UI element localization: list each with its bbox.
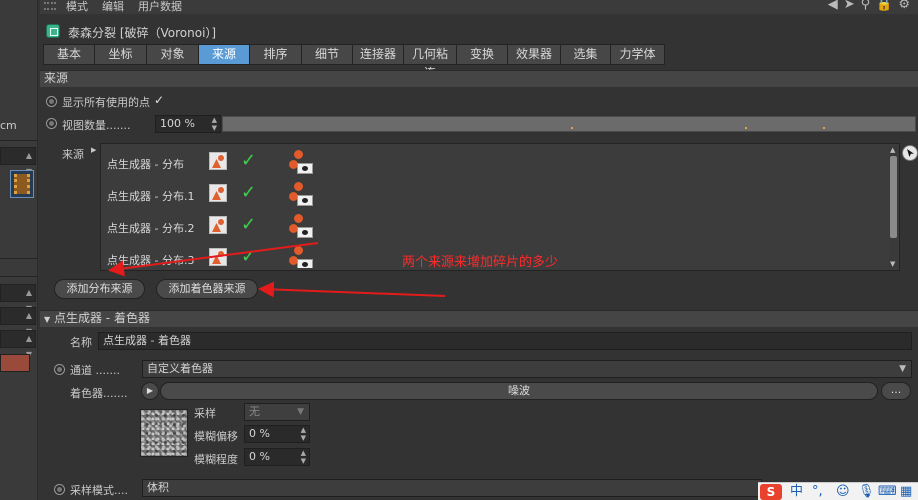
section-header-shader: ▼ 点生成器 - 着色器 [40, 310, 918, 327]
name-field[interactable]: 点生成器 - 着色器 [98, 332, 912, 350]
shader-menu-arrow-icon[interactable]: ▶ [141, 382, 159, 400]
shader-section-title: 点生成器 - 着色器 [53, 311, 150, 325]
microphone-icon[interactable]: 🎙 [858, 483, 875, 500]
blur-scale-value: 0 % [249, 450, 270, 463]
sample-mode-value: 体积 [147, 481, 169, 494]
blur-offset-value: 0 % [249, 427, 270, 440]
sampling-value: 无 [249, 405, 260, 418]
annotation-arrow-2 [258, 281, 446, 298]
noise-preview-thumbnail[interactable] [140, 409, 188, 457]
ime-lang-toggle[interactable]: 中 [790, 483, 803, 500]
annotation-arrows [108, 242, 446, 298]
ime-toolbar: S 中 °, ☺ 🎙 ⌨ ▦ [758, 482, 918, 500]
shader-options-button[interactable]: ... [881, 382, 911, 400]
name-label: 名称 [70, 336, 92, 349]
channel-value: 自定义着色器 [147, 362, 213, 375]
sample-mode-radio[interactable] [54, 484, 65, 495]
annotation-text: 两个来源来增加碎片的多少 [402, 255, 559, 270]
blur-scale-label: 模糊程度 [194, 453, 238, 466]
channel-dropdown[interactable]: 自定义着色器 ▼ [142, 360, 912, 378]
blur-scale-field[interactable]: 0 % ▲ ▼ [244, 448, 310, 466]
sample-mode-dropdown[interactable]: 体积 [142, 479, 762, 497]
channel-label: 通道 ....... [70, 364, 120, 377]
sample-mode-label: 采样模式.... [70, 484, 128, 497]
sampling-dropdown[interactable]: 无 ▼ [244, 403, 310, 421]
shader-button[interactable]: 噪波 [160, 382, 878, 400]
ime-punct-toggle[interactable]: °, [812, 483, 823, 500]
sogou-logo-icon[interactable]: S [760, 484, 782, 500]
chevron-down-icon[interactable]: ▼ [899, 361, 906, 377]
blur-offset-field[interactable]: 0 % ▲ ▼ [244, 425, 310, 443]
spin-arrows-icon[interactable]: ▲▼ [301, 426, 306, 442]
shader-label: 着色器....... [70, 387, 128, 400]
sampling-label: 采样 [194, 407, 216, 420]
channel-radio[interactable] [54, 364, 65, 375]
annotation-arrow-1 [108, 242, 319, 277]
collapse-arrow-icon[interactable]: ▼ [44, 315, 50, 324]
emoji-icon[interactable]: ☺ [836, 483, 850, 500]
apps-grid-icon[interactable]: ▦ [900, 483, 912, 500]
blur-offset-label: 模糊偏移 [194, 430, 238, 443]
keyboard-icon[interactable]: ⌨ [878, 483, 897, 500]
spin-arrows-icon[interactable]: ▲▼ [301, 449, 306, 465]
chevron-down-icon[interactable]: ▼ [297, 404, 304, 420]
